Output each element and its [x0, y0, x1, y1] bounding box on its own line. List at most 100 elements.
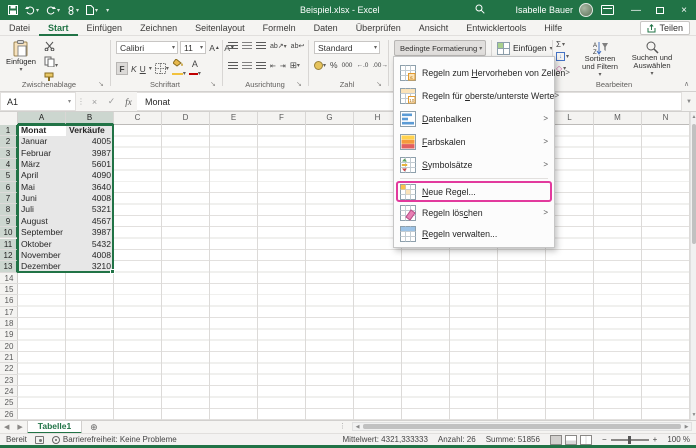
conditional-formatting-button[interactable]: Bedingte Formatierung ▾	[394, 40, 486, 56]
zoom-in-icon[interactable]: +	[653, 435, 658, 444]
row-header-5[interactable]: 5	[0, 170, 18, 182]
name-box[interactable]: A1 ▾	[0, 92, 76, 111]
ribbon-tab-datei[interactable]: Datei	[0, 20, 39, 36]
underline-dropdown-icon[interactable]: ▾	[149, 65, 152, 72]
redo-button[interactable]: ▾	[46, 6, 60, 15]
cancel-entry-icon[interactable]: ×	[86, 92, 103, 111]
number-format-select[interactable]: Standard ▾	[314, 41, 380, 54]
minimize-button[interactable]: —	[624, 0, 648, 20]
row-header-6[interactable]: 6	[0, 181, 18, 194]
row-header-9[interactable]: 9	[0, 215, 18, 228]
menu-item-data-bars[interactable]: Datenbalken >	[394, 107, 554, 130]
row-header-10[interactable]: 10	[0, 227, 18, 239]
comma-style-button[interactable]: 000	[342, 62, 353, 69]
orientation-button[interactable]: ab↗ ▾	[270, 42, 287, 50]
column-header-m[interactable]: M	[594, 112, 642, 125]
macro-record-icon[interactable]	[34, 435, 44, 444]
scroll-up-icon[interactable]: ▲	[691, 112, 696, 122]
wrap-text-button[interactable]: ab↩	[291, 42, 305, 50]
menu-item-clear-rules[interactable]: Regeln löschen >	[394, 202, 554, 223]
share-button[interactable]: Teilen	[640, 21, 690, 35]
fill-color-button[interactable]: ▾	[171, 58, 186, 78]
copy-button[interactable]: ▾	[44, 56, 58, 69]
number-dialog-launcher-icon[interactable]: ↘	[376, 80, 382, 88]
vertical-scrollbar-thumb[interactable]	[692, 124, 696, 244]
insert-function-icon[interactable]: fx	[120, 92, 137, 111]
menu-item-color-scales[interactable]: Farbskalen >	[394, 130, 554, 153]
page-layout-view-icon[interactable]	[564, 434, 577, 445]
touch-mode-button[interactable]: ▾	[67, 5, 79, 15]
row-header-16[interactable]: 16	[0, 295, 18, 307]
ribbon-display-options-icon[interactable]	[601, 5, 614, 15]
undo-button[interactable]: ▾	[25, 6, 39, 15]
collapse-ribbon-icon[interactable]: ∧	[684, 80, 689, 88]
horizontal-scrollbar[interactable]: ◀ ▶	[352, 422, 692, 431]
autosum-button[interactable]: Σ ▾	[556, 39, 569, 50]
accounting-format-button[interactable]: ▾	[314, 60, 326, 70]
zoom-level[interactable]: 100 %	[667, 435, 690, 444]
scrollbar-splitter[interactable]: ⋮	[339, 422, 346, 430]
page-break-preview-icon[interactable]	[579, 434, 592, 445]
vertical-scrollbar[interactable]: ▲ ▼	[690, 112, 696, 420]
column-header-e[interactable]: E	[210, 112, 258, 125]
row-header-14[interactable]: 14	[0, 273, 18, 284]
ribbon-tab-zeichnen[interactable]: Zeichnen	[131, 20, 186, 36]
underline-button[interactable]: U	[140, 64, 146, 74]
row-header-21[interactable]: 21	[0, 352, 18, 364]
align-center-button[interactable]	[242, 61, 252, 70]
cut-button[interactable]	[44, 41, 58, 53]
decrease-indent-button[interactable]: ⇤	[270, 62, 276, 70]
ribbon-tab-überprüfen[interactable]: Überprüfen	[347, 20, 410, 36]
column-header-n[interactable]: N	[642, 112, 690, 125]
menu-item-manage-rules[interactable]: Regeln verwalten...	[394, 223, 554, 244]
ribbon-tab-start[interactable]: Start	[39, 20, 78, 36]
normal-view-icon[interactable]	[549, 434, 562, 445]
column-header-c[interactable]: C	[114, 112, 162, 125]
column-header-d[interactable]: D	[162, 112, 210, 125]
align-top-button[interactable]	[228, 42, 238, 50]
close-button[interactable]: ×	[672, 0, 696, 20]
row-header-13[interactable]: 13	[0, 261, 18, 273]
row-header-1[interactable]: 1	[0, 125, 18, 137]
row-header-8[interactable]: 8	[0, 204, 18, 216]
decrease-decimal-button[interactable]: .00→	[372, 62, 388, 69]
font-size-select[interactable]: 11 ▾	[180, 41, 206, 54]
insert-cells-button[interactable]: Einfügen ▾	[497, 40, 553, 56]
row-header-2[interactable]: 2	[0, 136, 18, 148]
align-middle-button[interactable]	[242, 42, 252, 50]
sort-filter-button[interactable]: AZ Sortieren und Filtern ▾	[578, 41, 622, 79]
column-header-f[interactable]: F	[258, 112, 306, 125]
row-header-20[interactable]: 20	[0, 341, 18, 352]
fill-button[interactable]: ↓ ▾	[556, 51, 569, 62]
cells-area[interactable]: Monat Verkäufe Januar 4005 Februar 3987 März 56…	[17, 124, 690, 420]
align-left-button[interactable]	[228, 61, 238, 70]
row-header-25[interactable]: 25	[0, 397, 18, 409]
row-header-17[interactable]: 17	[0, 307, 18, 318]
paste-button[interactable]: Einfügen ▾	[6, 40, 36, 73]
horizontal-scrollbar-thumb[interactable]	[363, 424, 681, 429]
ribbon-tab-ansicht[interactable]: Ansicht	[410, 20, 458, 36]
row-header-4[interactable]: 4	[0, 159, 18, 171]
ribbon-tab-entwicklertools[interactable]: Entwicklertools	[457, 20, 535, 36]
row-header-7[interactable]: 7	[0, 193, 18, 205]
percent-style-button[interactable]: %	[330, 60, 338, 70]
zoom-slider[interactable]	[610, 435, 649, 444]
row-header-19[interactable]: 19	[0, 329, 18, 341]
accessibility-status[interactable]: Barrierefreiheit: Keine Probleme	[51, 435, 177, 444]
next-sheet-icon[interactable]: ▶	[13, 423, 26, 431]
namebox-splitter[interactable]: ⋮	[76, 92, 86, 111]
row-header-26[interactable]: 26	[0, 409, 18, 420]
menu-item-top-bottom-rules[interactable]: 10 Regeln für oberste/unterste Werte >	[394, 84, 559, 107]
sheet-tab-tabelle1[interactable]: Tabelle1	[26, 420, 83, 434]
select-all-corner[interactable]	[0, 112, 18, 125]
merge-center-button[interactable]: ⊞ ▾	[290, 60, 300, 71]
clipboard-dialog-launcher-icon[interactable]: ↘	[98, 80, 104, 88]
save-icon[interactable]	[8, 5, 18, 15]
borders-button[interactable]: ▾	[154, 63, 169, 74]
search-icon[interactable]	[475, 4, 486, 16]
row-header-22[interactable]: 22	[0, 363, 18, 375]
customize-qat-chevron-icon[interactable]: ▾	[106, 7, 109, 14]
confirm-entry-icon[interactable]: ✓	[103, 92, 120, 111]
increase-font-size-button[interactable]: A ▲	[208, 41, 221, 54]
add-sheet-icon[interactable]: ⊕	[82, 422, 106, 433]
